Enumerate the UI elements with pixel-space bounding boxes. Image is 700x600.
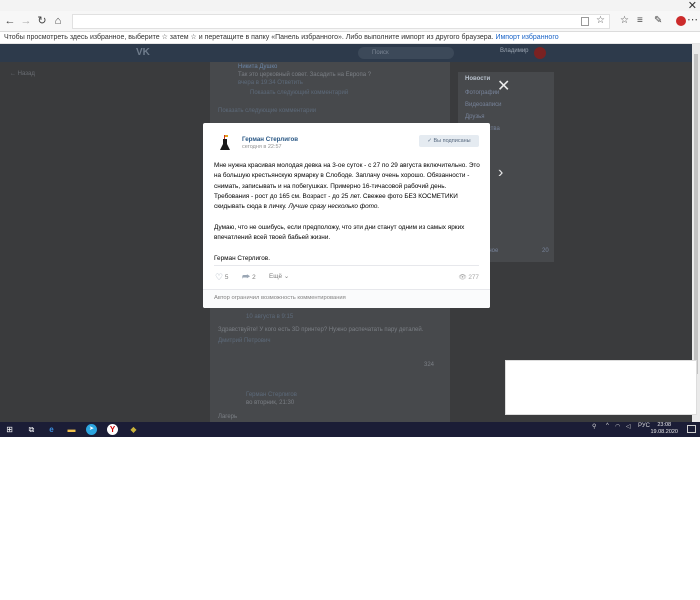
taskbar-clock[interactable]: 23:08 19.08.2020 <box>650 422 678 436</box>
right-menu-item-photos[interactable]: Фотографии <box>465 90 499 96</box>
vk-header: VK Поиск Владимир <box>0 44 692 62</box>
bg-show-next: Показать следующий комментарий <box>250 90 349 96</box>
actions-divider <box>214 265 479 266</box>
notifications-icon[interactable] <box>687 425 696 433</box>
file-explorer-icon[interactable]: ▬ <box>66 424 77 435</box>
like-button[interactable]: ♡ 5 <box>215 272 228 283</box>
blank-panel <box>505 360 697 415</box>
browser-toolbar: ← → ↻ ⌂ ☆ ☆ ≡ ✎ ⋯ <box>0 11 700 32</box>
up-arrow-tray-icon[interactable]: ^ <box>606 423 609 429</box>
post-paragraph: Мне нужна красивая молодая девка на 3-ое… <box>214 161 482 212</box>
reading-list-icon[interactable]: ≡ <box>637 15 643 26</box>
post-paragraph-italic: Лучше сразу несколько фото. <box>288 203 380 211</box>
address-bar[interactable]: ☆ <box>72 14 610 29</box>
bg-post-time: 10 августа в 9:15 <box>246 314 294 320</box>
scrollbar-thumb[interactable] <box>694 54 698 374</box>
chevron-down-icon: ⌄ <box>283 273 290 280</box>
post-text: Мне нужна красивая молодая девка на 3-ое… <box>214 161 482 274</box>
forward-icon[interactable]: → <box>19 14 33 28</box>
post-paragraph: Герман Стерлигов. <box>214 254 482 264</box>
bg-comment2-author: Дмитрий Петрович <box>218 338 271 344</box>
right-menu-item-news[interactable]: Новости <box>465 76 490 82</box>
bg-post-text: Лагерь <box>218 414 238 420</box>
share-icon[interactable]: ✎ <box>654 15 662 26</box>
eye-icon: 👁 <box>458 274 467 281</box>
vk-search-input[interactable]: Поиск <box>358 47 454 59</box>
back-icon[interactable]: ← <box>3 14 17 28</box>
next-post-arrow-icon[interactable]: › <box>498 164 503 182</box>
tab-strip: ✕ <box>0 0 700 12</box>
profile-avatar-icon[interactable] <box>676 16 686 26</box>
right-menu-count: 20 <box>542 248 549 254</box>
more-menu-icon[interactable]: ⋯ <box>687 13 698 26</box>
bg-post-author: Герман Стерлигов <box>246 392 297 398</box>
post-modal: Герман Стерлигов сегодня в 22:57 ✓ Вы по… <box>203 123 490 308</box>
views-count: 277 <box>468 274 479 281</box>
heart-icon: ♡ <box>215 272 224 282</box>
bg-comment2-count: 324 <box>424 362 435 368</box>
edge-browser-icon[interactable]: e <box>46 424 57 435</box>
telegram-icon[interactable]: ➤ <box>86 424 97 435</box>
yandex-browser-icon[interactable]: Y <box>107 424 118 435</box>
author-avatar[interactable] <box>215 133 235 153</box>
post-paragraph-text: Герман Стерлигов. <box>214 254 270 262</box>
right-menu-item-videos[interactable]: Видеозаписи <box>465 102 502 108</box>
vk-user-name[interactable]: Владимир <box>500 48 529 54</box>
bg-comment-author: Никита Душко <box>238 64 278 70</box>
refresh-icon[interactable]: ↻ <box>35 14 49 28</box>
home-icon[interactable]: ⌂ <box>51 14 65 28</box>
app-icon[interactable]: ◆ <box>128 424 139 435</box>
bg-comment-text: Так это церковный совет. Засадить на Евр… <box>238 72 372 78</box>
views-counter: 👁 277 <box>458 273 479 281</box>
favorite-star-icon[interactable]: ☆ <box>596 15 605 26</box>
back-link[interactable]: ← Назад <box>10 71 35 77</box>
bg-comment-meta: вчера в 19:34 Ответить <box>238 80 303 86</box>
volume-tray-icon[interactable]: ◁ <box>626 423 631 430</box>
vk-logo[interactable]: VK <box>136 47 150 58</box>
post-paragraph-text: Думаю, что не ошибусь, если предположу, … <box>214 223 465 242</box>
bg-show-next-2: Показать следующие комментарии <box>218 108 317 114</box>
screen: ✕ ← → ↻ ⌂ ☆ ☆ ≡ ✎ ⋯ Чтобы просмотреть зд… <box>0 0 700 600</box>
import-favorites-link[interactable]: Импорт избранного <box>495 34 558 41</box>
right-menu-item-friends[interactable]: Друзья <box>465 114 484 120</box>
post-time[interactable]: сегодня в 22:57 <box>242 144 282 150</box>
more-button[interactable]: Ещё ⌄ <box>269 272 289 280</box>
windows-taskbar: ⊞ ⧉ e ▬ ➤ Y ◆ ⚲ ^ ◠ ◁ РУС 23:08 19.08.20… <box>0 422 700 437</box>
bg-comment2-text: Здравствуйте! У кого есть 3D принтер? Ну… <box>218 327 424 333</box>
wifi-tray-icon[interactable]: ◠ <box>615 423 620 430</box>
network-tray-icon[interactable]: ⚲ <box>592 423 596 430</box>
windows-start-icon[interactable]: ⊞ <box>4 424 15 435</box>
subscribed-button[interactable]: ✓ Вы подписаны <box>419 135 479 147</box>
favorites-bar: Чтобы просмотреть здесь избранное, выбер… <box>0 32 700 44</box>
task-view-icon[interactable]: ⧉ <box>26 424 37 435</box>
favorites-icon[interactable]: ☆ <box>620 15 629 26</box>
bg-post-meta: во вторник, 21:30 <box>246 400 295 406</box>
post-paragraph: Думаю, что не ошибусь, если предположу, … <box>214 223 482 244</box>
share-arrow-icon: ⮫ <box>242 272 251 282</box>
vk-user-avatar[interactable] <box>534 47 546 59</box>
comments-restricted-note: Автор ограничил возможность комментирова… <box>203 289 490 308</box>
favorites-hint: Чтобы просмотреть здесь избранное, выбер… <box>4 34 494 41</box>
clock-date: 19.08.2020 <box>650 429 678 435</box>
share-button[interactable]: ⮫ 2 <box>242 272 256 283</box>
post-author-name[interactable]: Герман Стерлигов <box>242 136 298 143</box>
like-count: 5 <box>224 274 229 281</box>
close-modal-icon[interactable]: ✕ <box>497 76 510 96</box>
clock-time: 23:08 <box>657 422 672 428</box>
more-label: Ещё <box>269 273 283 280</box>
reading-view-icon[interactable] <box>581 17 589 26</box>
share-count: 2 <box>252 274 256 281</box>
language-indicator[interactable]: РУС <box>638 423 650 429</box>
